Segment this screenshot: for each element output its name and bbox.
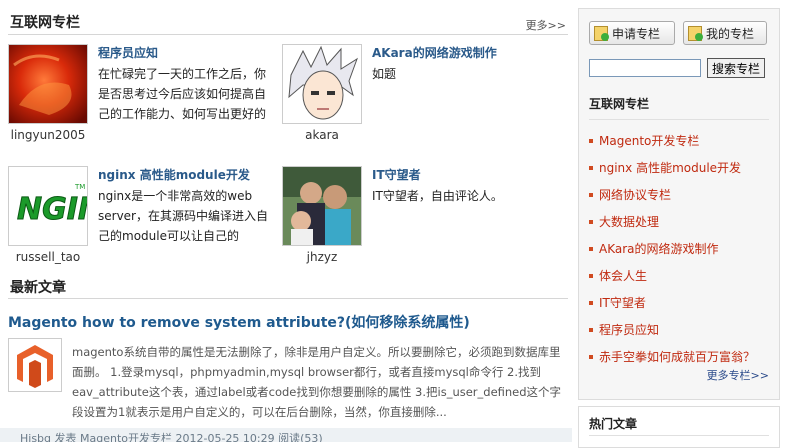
column-author[interactable]: russell_tao <box>8 250 88 264</box>
divider <box>589 119 769 120</box>
apply-column-button[interactable]: 申请专栏 <box>589 21 675 45</box>
column-description: 如题 <box>372 67 397 81</box>
hot-articles-title: 热门文章 <box>589 417 638 431</box>
sidebar-item-label[interactable]: IT守望者 <box>599 294 646 311</box>
sidebar-item-label[interactable]: 程序员应知 <box>599 321 659 338</box>
article-title-link[interactable]: Magento how to remove system attribute?(… <box>8 312 470 332</box>
column-name[interactable]: nginx 高性能module开发 <box>98 166 250 183</box>
column-card[interactable]: jhzyz IT守望者 IT守望者，自由评论人。 <box>282 166 562 286</box>
sidebar-item-label[interactable]: nginx 高性能module开发 <box>599 159 741 176</box>
latest-section-title: 最新文章 <box>10 280 66 296</box>
sidebar-item-label[interactable]: 体会人生 <box>599 267 647 284</box>
column-name[interactable]: 程序员应知 <box>98 44 158 61</box>
sidebar: 申请专栏 我的专栏 搜索专栏 互联网专栏 Magento开发专栏 nginx 高… <box>578 8 780 400</box>
apply-button-label: 申请专栏 <box>612 26 661 41</box>
sidebar-item-label[interactable]: 网络协议专栏 <box>599 186 671 203</box>
my-column-button[interactable]: 我的专栏 <box>683 21 767 45</box>
apply-icon <box>594 25 609 41</box>
column-card[interactable]: akara AKara的网络游戏制作 如题 <box>282 44 562 164</box>
article-summary: magento系统自带的属性是无法删除了，除非是用户自定义。所以要删除它，必须跑… <box>72 345 562 419</box>
sidebar-item[interactable]: 赤手空拳如何成就百万富翁？ <box>589 343 771 370</box>
svg-text:TM: TM <box>74 183 85 191</box>
column-description: nginx是一个非常高效的web server，在其源码中编译进入自己的modu… <box>98 189 268 243</box>
bullet-icon <box>589 219 593 224</box>
sidebar-item-label[interactable]: AKara的网络游戏制作 <box>599 240 719 257</box>
bullet-icon <box>589 138 593 143</box>
search-column-button[interactable]: 搜索专栏 <box>707 58 765 78</box>
sidebar-item[interactable]: nginx 高性能module开发 <box>589 154 771 181</box>
column-author[interactable]: akara <box>282 128 362 142</box>
sidebar-column-list: Magento开发专栏 nginx 高性能module开发 网络协议专栏 大数据… <box>589 127 771 370</box>
column-thumbnail[interactable] <box>282 166 362 246</box>
my-button-label: 我的专栏 <box>706 26 755 41</box>
bullet-icon <box>589 273 593 278</box>
bullet-icon <box>589 192 593 197</box>
svg-text:NGINX: NGINX <box>17 192 87 227</box>
sidebar-item[interactable]: 程序员应知 <box>589 316 771 343</box>
column-thumbnail[interactable] <box>8 44 88 124</box>
columns-more-link[interactable]: 更多>> <box>526 17 566 33</box>
columns-section-header: 互联网专栏 更多>> <box>8 8 568 35</box>
nginx-logo-icon[interactable]: NGINX TM <box>8 166 88 246</box>
latest-section-header: 最新文章 <box>8 276 568 299</box>
sidebar-item[interactable]: 大数据处理 <box>589 208 771 235</box>
sidebar-item-label[interactable]: 大数据处理 <box>599 213 659 230</box>
sidebar-list-title: 互联网专栏 <box>589 97 650 111</box>
main-column: 互联网专栏 更多>> lingyun2005 程序员应知 在忙碌完了一天的工作之… <box>0 0 572 442</box>
sidebar-item-label[interactable]: Magento开发专栏 <box>599 132 699 149</box>
column-author[interactable]: lingyun2005 <box>8 128 88 142</box>
bullet-icon <box>589 354 593 359</box>
column-search-input[interactable] <box>589 59 701 77</box>
sidebar-item[interactable]: 网络协议专栏 <box>589 181 771 208</box>
sidebar-item-label[interactable]: 赤手空拳如何成就百万富翁？ <box>599 348 755 365</box>
bullet-icon <box>589 327 593 332</box>
column-thumbnail[interactable] <box>282 44 362 124</box>
sidebar-item[interactable]: Magento开发专栏 <box>589 127 771 154</box>
column-name[interactable]: AKara的网络游戏制作 <box>372 44 497 61</box>
column-description: IT守望者，自由评论人。 <box>372 189 503 203</box>
column-name[interactable]: IT守望者 <box>372 166 421 183</box>
bullet-icon <box>589 300 593 305</box>
column-author[interactable]: jhzyz <box>282 250 362 264</box>
column-card[interactable]: lingyun2005 程序员应知 在忙碌完了一天的工作之后，你是否思考过今后应… <box>8 44 288 164</box>
sidebar-item[interactable]: IT守望者 <box>589 289 771 316</box>
bullet-icon <box>589 246 593 251</box>
column-card[interactable]: NGINX TM russell_tao nginx 高性能module开发 n… <box>8 166 288 286</box>
divider <box>589 435 769 436</box>
sidebar-item[interactable]: 体会人生 <box>589 262 771 289</box>
columns-section-title: 互联网专栏 <box>10 15 80 31</box>
magento-logo-icon <box>8 338 62 392</box>
my-column-icon <box>688 25 703 41</box>
more-columns-link[interactable]: 更多专栏>> <box>707 367 769 383</box>
article-meta: Hisbq 发表 Magento开发专栏 2012-05-25 10:29 阅读… <box>0 428 572 442</box>
column-description: 在忙碌完了一天的工作之后，你是否思考过今后应该如何提高自己的工作能力、如何写出更… <box>98 67 267 121</box>
hot-articles-box: 热门文章 <box>578 406 780 448</box>
sidebar-item[interactable]: AKara的网络游戏制作 <box>589 235 771 262</box>
bullet-icon <box>589 165 593 170</box>
